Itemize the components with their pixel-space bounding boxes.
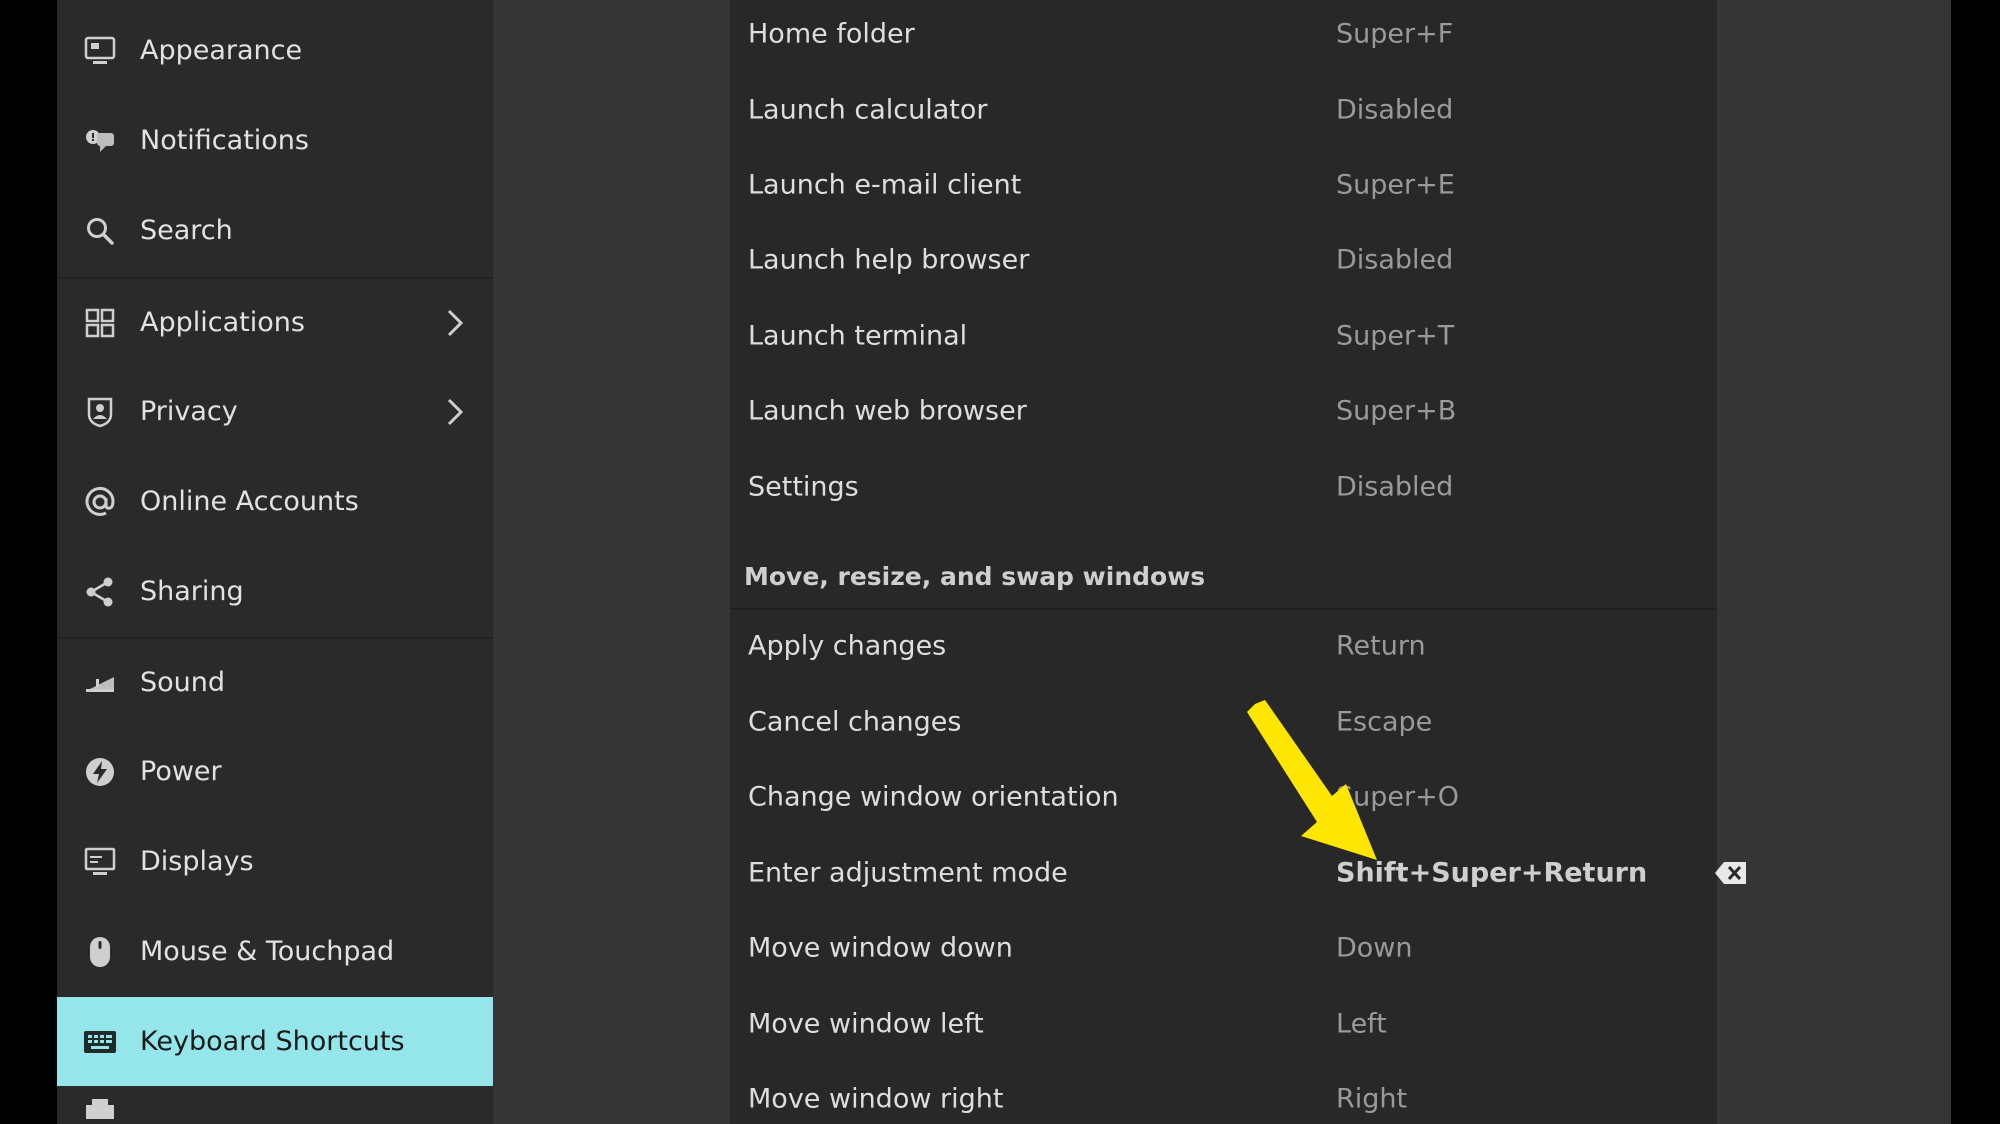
sidebar-item-sound[interactable]: Sound bbox=[57, 638, 493, 727]
shortcut-accelerator: Disabled bbox=[1336, 94, 1454, 126]
shortcut-row[interactable]: Launch web browser Super+B bbox=[730, 373, 1717, 449]
shortcut-name: Change window orientation bbox=[748, 781, 1119, 813]
sidebar-item-power[interactable]: Power bbox=[57, 727, 493, 816]
shortcut-name: Launch web browser bbox=[748, 395, 1027, 427]
shortcut-row[interactable]: Apply changes Return bbox=[730, 608, 1717, 684]
applications-icon bbox=[83, 306, 117, 340]
shortcut-name: Settings bbox=[748, 471, 859, 503]
search-icon bbox=[83, 214, 117, 248]
shortcut-accelerator: Super+B bbox=[1336, 395, 1457, 427]
chevron-right-icon bbox=[441, 306, 467, 340]
shortcut-name: Move window down bbox=[748, 932, 1013, 964]
backspace-icon bbox=[1714, 861, 1748, 889]
shortcut-name: Enter adjustment mode bbox=[748, 857, 1068, 889]
sidebar-item-label: Displays bbox=[140, 846, 254, 877]
shortcut-accelerator: Disabled bbox=[1336, 244, 1454, 276]
sidebar-item-search[interactable]: Search bbox=[57, 186, 493, 275]
shortcut-accelerator: Return bbox=[1336, 630, 1426, 662]
shortcut-name: Cancel changes bbox=[748, 706, 962, 738]
sidebar-item-label: Online Accounts bbox=[140, 486, 359, 517]
sidebar-item-keyboard-shortcuts[interactable]: Keyboard Shortcuts bbox=[57, 997, 493, 1086]
shortcut-row[interactable]: Cancel changes Escape bbox=[730, 684, 1717, 760]
shortcut-row[interactable]: Settings Disabled bbox=[730, 449, 1717, 525]
shortcuts-list: Home folder Super+F Launch calculator Di… bbox=[730, 0, 1746, 1124]
shortcut-accelerator: Super+E bbox=[1336, 169, 1455, 201]
sidebar-item-label: Power bbox=[140, 756, 222, 787]
annotation-arrow bbox=[1247, 700, 1377, 860]
shortcut-accelerator: Super+F bbox=[1336, 18, 1454, 50]
shortcut-accelerator: Left bbox=[1336, 1008, 1387, 1040]
shortcut-name: Launch terminal bbox=[748, 320, 968, 352]
sidebar-item-appearance[interactable]: Appearance bbox=[57, 6, 493, 95]
shortcut-name: Home folder bbox=[748, 18, 915, 50]
shortcut-row[interactable]: Launch e-mail client Super+E bbox=[730, 147, 1717, 223]
shortcut-name: Launch help browser bbox=[748, 244, 1030, 276]
sidebar-item-label: Search bbox=[140, 215, 233, 246]
shortcut-row[interactable]: Move window left Left bbox=[730, 986, 1717, 1062]
display-icon bbox=[83, 845, 117, 879]
remove-shortcut-button[interactable] bbox=[1713, 860, 1749, 890]
sidebar-item-displays[interactable]: Displays bbox=[57, 817, 493, 906]
sidebar-item-label: Privacy bbox=[140, 396, 238, 427]
sidebar-item-privacy[interactable]: Privacy bbox=[57, 367, 493, 456]
sidebar: Appearance Notifications Search Applicat… bbox=[57, 0, 493, 1124]
sidebar-item-label: Notifications bbox=[140, 125, 309, 156]
shortcut-name: Apply changes bbox=[748, 630, 947, 662]
shortcut-row[interactable]: Move window down Down bbox=[730, 910, 1717, 986]
sound-icon bbox=[83, 666, 117, 700]
sidebar-item-label: Sound bbox=[140, 667, 226, 698]
shortcut-row-selected[interactable]: Enter adjustment mode Shift+Super+Return bbox=[730, 835, 1717, 911]
sidebar-item-applications[interactable]: Applications bbox=[57, 278, 493, 367]
shortcut-accelerator: Super+T bbox=[1336, 320, 1455, 352]
shortcut-row[interactable]: Home folder Super+F bbox=[730, 0, 1717, 72]
sidebar-item-label: Keyboard Shortcuts bbox=[140, 1026, 405, 1057]
sidebar-item-printers[interactable] bbox=[57, 1087, 493, 1124]
sidebar-item-label: Sharing bbox=[140, 576, 244, 607]
sidebar-item-sharing[interactable]: Sharing bbox=[57, 547, 493, 636]
shortcut-name: Launch calculator bbox=[748, 94, 988, 126]
sidebar-item-mouse-touchpad[interactable]: Mouse & Touchpad bbox=[57, 907, 493, 996]
shortcut-row[interactable]: Launch calculator Disabled bbox=[730, 72, 1717, 148]
sidebar-item-label: Appearance bbox=[140, 35, 303, 66]
shortcut-row[interactable]: Change window orientation Super+O bbox=[730, 759, 1717, 835]
shortcut-accelerator: Disabled bbox=[1336, 471, 1454, 503]
shortcut-row[interactable]: Move window right Right bbox=[730, 1061, 1717, 1124]
section-heading: Move, resize, and swap windows bbox=[744, 562, 1206, 591]
notifications-icon bbox=[83, 124, 117, 158]
mouse-icon bbox=[83, 935, 117, 969]
power-icon bbox=[83, 755, 117, 789]
shortcut-name: Move window left bbox=[748, 1008, 984, 1040]
sidebar-item-label: Mouse & Touchpad bbox=[140, 936, 395, 967]
sidebar-item-online-accounts[interactable]: Online Accounts bbox=[57, 457, 493, 546]
at-icon bbox=[83, 485, 117, 519]
settings-window: Appearance Notifications Search Applicat… bbox=[57, 0, 1951, 1124]
shortcut-accelerator: Down bbox=[1336, 932, 1413, 964]
sidebar-item-notifications[interactable]: Notifications bbox=[57, 96, 493, 185]
shortcut-name: Launch e-mail client bbox=[748, 169, 1022, 201]
chevron-right-icon bbox=[441, 395, 467, 429]
shortcut-row[interactable]: Launch help browser Disabled bbox=[730, 222, 1717, 298]
shortcut-name: Move window right bbox=[748, 1083, 1004, 1115]
shortcut-accelerator: Right bbox=[1336, 1083, 1408, 1115]
appearance-icon bbox=[83, 34, 117, 68]
shortcut-row[interactable]: Launch terminal Super+T bbox=[730, 298, 1717, 374]
printer-icon bbox=[83, 1095, 117, 1124]
privacy-icon bbox=[83, 395, 117, 429]
sidebar-item-label: Applications bbox=[140, 307, 305, 338]
share-icon bbox=[83, 575, 117, 609]
keyboard-icon bbox=[83, 1025, 117, 1059]
